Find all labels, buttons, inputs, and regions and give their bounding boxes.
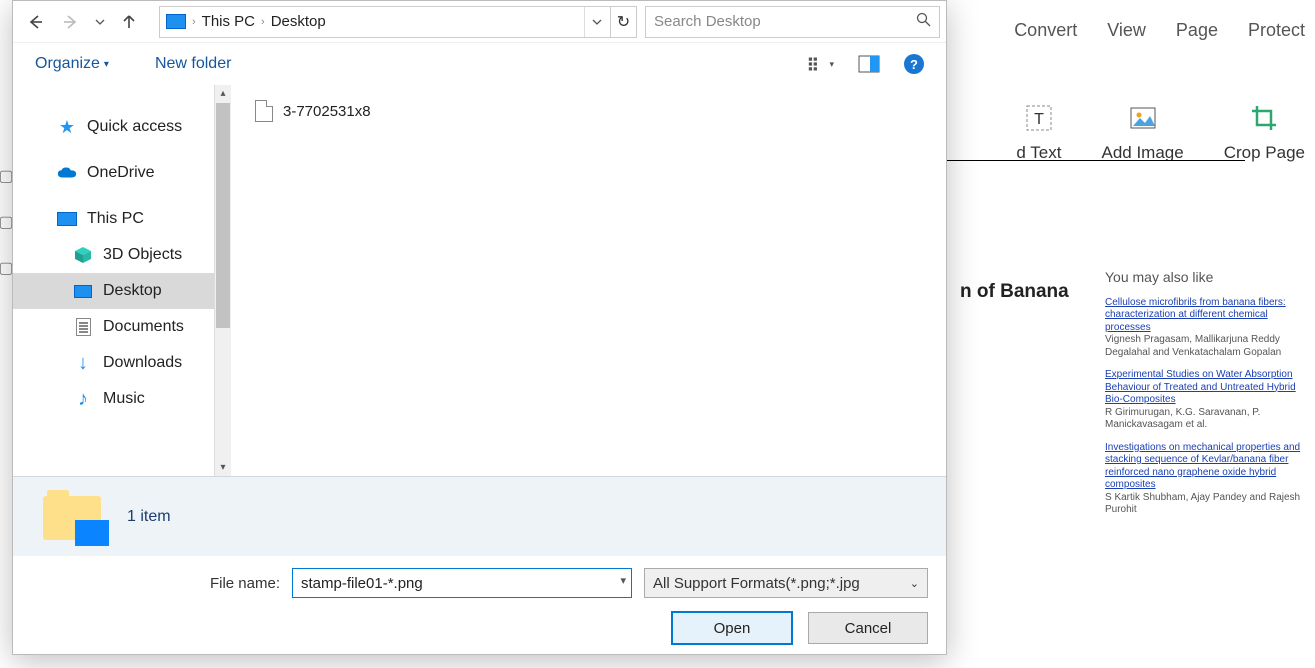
ref-item: Investigations on mechanical properties …	[1105, 442, 1305, 517]
view-mode-button[interactable]: ▾	[808, 53, 834, 75]
search-input[interactable]: Search Desktop	[645, 6, 940, 38]
tab-page[interactable]: Page	[1176, 20, 1218, 41]
breadcrumb[interactable]: › This PC › Desktop ↻	[159, 6, 637, 38]
up-button[interactable]	[113, 8, 145, 36]
crop-page-button[interactable]: Crop Page	[1224, 101, 1305, 163]
tree-quick-access[interactable]: ★ Quick access	[13, 109, 231, 145]
chevron-down-icon: ⌄	[910, 577, 919, 590]
file-name: 3-7702531x8	[283, 103, 371, 120]
add-image-button[interactable]: Add Image	[1101, 101, 1183, 163]
status-text: 1 item	[127, 508, 171, 526]
organize-button[interactable]: Organize ▾	[35, 55, 109, 73]
crop-icon	[1247, 101, 1281, 135]
pdf-related-panel: You may also like Cellulose microfibrils…	[1105, 269, 1305, 527]
dialog-body: ★ Quick access OneDrive This PC	[13, 85, 946, 476]
breadcrumb-item[interactable]: Desktop	[271, 13, 326, 30]
ref-item: Experimental Studies on Water Absorption…	[1105, 369, 1305, 432]
file-icon	[255, 100, 273, 122]
help-button[interactable]: ?	[904, 54, 924, 74]
ref-link[interactable]: Cellulose microfibrils from banana fiber…	[1105, 297, 1305, 335]
scroll-up-icon[interactable]: ▴	[215, 85, 231, 102]
scroll-down-icon[interactable]: ▾	[215, 459, 231, 476]
chevron-down-icon: ▾	[104, 59, 109, 70]
left-margin-markers: ▢▢▢	[0, 166, 12, 336]
open-button[interactable]: Open	[672, 612, 792, 644]
ribbon-tabs: Convert View Page Protect	[1014, 10, 1305, 51]
dialog-toolbar: Organize ▾ New folder ▾ ?	[13, 43, 946, 85]
desktop-icon	[73, 281, 93, 301]
star-icon: ★	[57, 117, 77, 137]
ref-authors: R Girimurugan, K.G. Saravanan, P. Manick…	[1105, 407, 1305, 432]
this-pc-icon	[166, 14, 186, 29]
file-open-dialog: › This PC › Desktop ↻ Search Desktop Org…	[12, 0, 947, 655]
cloud-icon	[57, 163, 77, 183]
tree-downloads[interactable]: ↓ Downloads	[13, 345, 231, 381]
folder-icon	[43, 490, 107, 544]
breadcrumb-dropdown[interactable]	[584, 7, 608, 37]
tree-onedrive[interactable]: OneDrive	[13, 155, 231, 191]
nav-scrollbar[interactable]: ▴ ▾	[214, 85, 231, 476]
tree-documents[interactable]: Documents	[13, 309, 231, 345]
scroll-thumb[interactable]	[216, 103, 230, 328]
cube-icon	[73, 245, 93, 265]
navigation-pane: ★ Quick access OneDrive This PC	[13, 85, 231, 476]
search-placeholder: Search Desktop	[654, 13, 761, 30]
download-icon: ↓	[73, 353, 93, 373]
file-item[interactable]: 3-7702531x8	[251, 99, 926, 123]
tab-view[interactable]: View	[1107, 20, 1146, 41]
tree-3d-objects[interactable]: 3D Objects	[13, 237, 231, 273]
ref-item: Cellulose microfibrils from banana fiber…	[1105, 297, 1305, 360]
tree-this-pc[interactable]: This PC	[13, 201, 231, 237]
ref-link[interactable]: Experimental Studies on Water Absorption…	[1105, 369, 1305, 407]
tab-convert[interactable]: Convert	[1014, 20, 1077, 41]
cancel-button[interactable]: Cancel	[808, 612, 928, 644]
image-icon	[1126, 101, 1160, 135]
ref-authors: S Kartik Shubham, Ajay Pandey and Rajesh…	[1105, 492, 1305, 517]
text-icon: T	[1022, 101, 1056, 135]
chevron-icon: ›	[261, 16, 265, 28]
status-bar: 1 item	[13, 476, 946, 556]
file-type-filter[interactable]: All Support Formats(*.png;*.jpg ⌄	[644, 568, 928, 598]
recent-dropdown[interactable]	[91, 8, 109, 36]
add-text-button[interactable]: T d Text	[1016, 101, 1061, 163]
ref-link[interactable]: Investigations on mechanical properties …	[1105, 442, 1305, 492]
documents-icon	[73, 317, 93, 337]
you-may-also-like-heading: You may also like	[1105, 269, 1305, 287]
pc-icon	[57, 209, 77, 229]
file-list[interactable]: 3-7702531x8	[231, 85, 946, 476]
refresh-button[interactable]: ↻	[610, 7, 636, 37]
pdf-title-fragment: n of Banana	[960, 281, 1069, 303]
music-icon: ♪	[73, 389, 93, 409]
breadcrumb-item[interactable]: This PC	[202, 13, 255, 30]
file-name-input[interactable]	[292, 568, 632, 598]
dialog-footer: File name: ▾ All Support Formats(*.png;*…	[13, 556, 946, 654]
back-button[interactable]	[19, 8, 51, 36]
tree-desktop[interactable]: Desktop	[13, 273, 231, 309]
new-folder-button[interactable]: New folder	[155, 55, 231, 73]
ref-authors: Vignesh Pragasam, Mallikarjuna Reddy Deg…	[1105, 334, 1305, 359]
forward-button[interactable]	[55, 8, 87, 36]
dialog-nav-bar: › This PC › Desktop ↻ Search Desktop	[13, 1, 946, 43]
chevron-icon: ›	[192, 16, 196, 28]
tree-music[interactable]: ♪ Music	[13, 381, 231, 417]
ribbon-tools: T d Text Add Image Crop Page	[1016, 101, 1305, 163]
ribbon: Convert View Page Protect T d Text Add I…	[1014, 10, 1305, 163]
file-name-label: File name:	[210, 575, 280, 592]
svg-text:T: T	[1034, 111, 1044, 128]
folder-tree: ★ Quick access OneDrive This PC	[13, 85, 231, 417]
tab-protect[interactable]: Protect	[1248, 20, 1305, 41]
search-icon	[916, 12, 931, 31]
preview-pane-button[interactable]	[856, 53, 882, 75]
